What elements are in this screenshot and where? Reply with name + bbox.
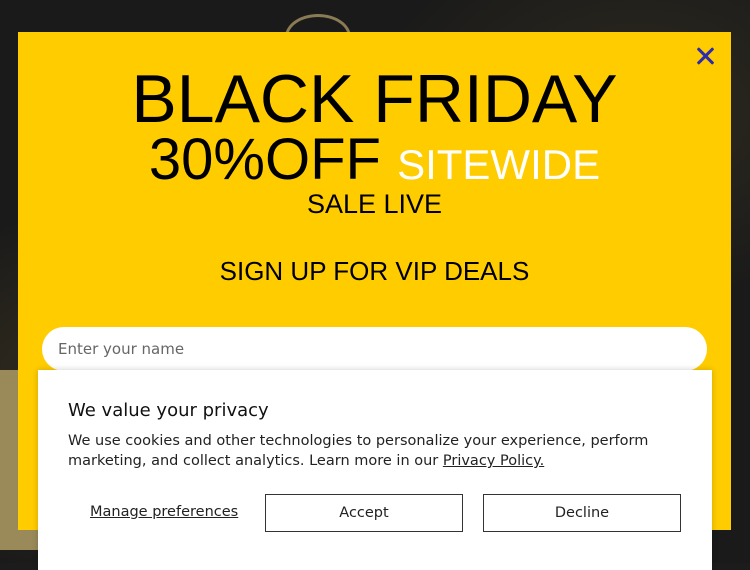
privacy-policy-link[interactable]: Privacy Policy.: [443, 453, 544, 469]
sale-live-text: SALE LIVE: [306, 189, 443, 219]
headline: BLACK FRIDAY: [131, 61, 618, 137]
privacy-title: We value your privacy: [68, 400, 269, 421]
sitewide-text: SITEWIDE: [397, 141, 601, 188]
accept-button[interactable]: Accept: [265, 494, 463, 532]
discount-text: 30%OFF: [148, 127, 381, 192]
discount-line: 30%OFF SITEWIDE: [18, 130, 731, 195]
privacy-message: We use cookies and other technologies to…: [68, 431, 678, 471]
privacy-banner: We value your privacy We use cookies and…: [38, 370, 712, 570]
decline-button[interactable]: Decline: [483, 494, 681, 532]
signup-heading: SIGN UP FOR VIP DEALS: [219, 256, 530, 286]
name-input[interactable]: [42, 327, 707, 371]
privacy-message-text: We use cookies and other technologies to…: [68, 433, 649, 469]
manage-preferences-link[interactable]: Manage preferences: [90, 504, 238, 520]
